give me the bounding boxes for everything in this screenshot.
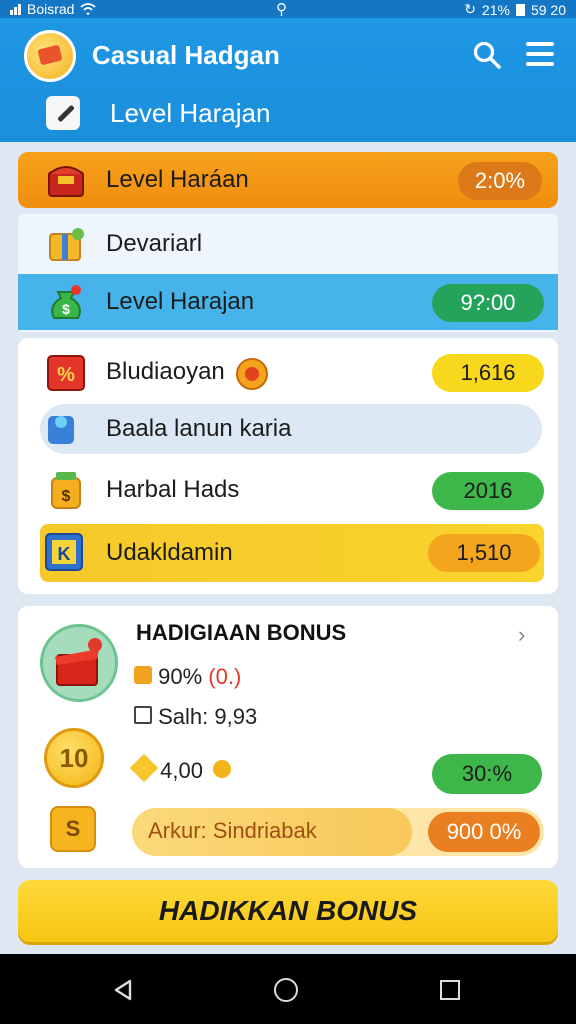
chevron-right-icon[interactable]: › (518, 622, 525, 648)
harbal-hads-row[interactable]: $ Harbal Hads 2016 (18, 462, 558, 518)
baala-row[interactable]: Baala lanun karia (40, 404, 542, 454)
row-label: Level Haráan (106, 166, 249, 193)
battery-percent: 21% (481, 1, 510, 18)
calendar-icon (134, 706, 152, 724)
pencil-tag-icon (46, 96, 80, 130)
alarm-icon: ⚲ (276, 1, 287, 18)
bonus-line-2: Salh: 9,93 (134, 704, 257, 730)
treasure-chest-icon (48, 166, 84, 197)
back-icon[interactable] (112, 978, 136, 1002)
row-value-pill: 2016 (432, 472, 544, 510)
progress-value-pill: 900 0% (428, 812, 540, 852)
info-key-icon (48, 416, 74, 444)
level-harajan-row[interactable]: $ Level Harajan 9?:00 (18, 274, 558, 330)
level-haraan-row[interactable]: Level Haráan 2:0% (18, 152, 558, 208)
menu-icon[interactable] (526, 42, 554, 68)
svg-text:$: $ (62, 301, 70, 317)
coin-bag-icon (236, 358, 268, 390)
row-label: Udakldamin (106, 539, 233, 566)
app-title: Casual Hadgan (92, 40, 280, 70)
system-nav-bar (0, 954, 576, 1024)
recent-apps-icon[interactable] (440, 980, 460, 1000)
wifi-icon (80, 3, 97, 15)
home-icon[interactable] (274, 978, 298, 1002)
coin-10-icon: 10 (44, 728, 104, 788)
bonus-progress-bar: Arkur: Sindriabak 900 0% (132, 808, 544, 856)
box-icon (134, 666, 152, 684)
status-bar: Boisrad ⚲ ↻ 21% 59 20 (0, 0, 576, 18)
row-value-pill: 9?:00 (432, 284, 544, 322)
cube-icon (129, 753, 159, 783)
signal-icon (10, 3, 21, 15)
row-value-pill: 2:0% (458, 162, 542, 200)
k-block-icon: K (45, 533, 83, 571)
svg-text:$: $ (62, 488, 71, 505)
coin-sparkle-icon (213, 760, 232, 778)
row-label: Devariarl (106, 230, 203, 257)
sync-icon: ↻ (464, 1, 476, 17)
page-subtitle: Level Harajan (110, 98, 271, 128)
udakldamin-row[interactable]: K Udakldamin 1,510 (40, 524, 544, 582)
row-value-pill: 1,510 (428, 534, 540, 572)
bonus-title: HADIGIAAN BONUS (136, 620, 347, 645)
row-label: Baala lanun karia (106, 415, 292, 442)
money-bag-icon: $ (51, 285, 81, 319)
app-logo-icon (24, 30, 76, 82)
bonus-gift-icon (40, 624, 118, 702)
s-coin-icon: S (50, 806, 96, 852)
dollar-jar-icon: $ (51, 472, 81, 509)
bonus-percent-pill: 30:% (432, 754, 542, 794)
row-label: Harbal Hads (106, 476, 240, 503)
bludiaoyan-row[interactable]: % Bludiaoyan 1,616 (18, 344, 558, 400)
bonus-line-3: 4,00 (129, 753, 232, 784)
bonus-card[interactable]: HADIGIAAN BONUS › 90% (0.) Salh: 9,93 10… (18, 606, 558, 868)
bonus-line-1: 90% (0.) (134, 664, 241, 690)
devariarl-row[interactable]: Devariarl (18, 216, 558, 272)
row-value-pill: 1,616 (432, 354, 544, 392)
status-time: 59 20 (530, 1, 566, 18)
gift-box-icon (49, 228, 84, 261)
app-bar: Casual Hadgan Level Harajan (0, 18, 576, 142)
carrier-label: Boisrad (27, 1, 75, 17)
claim-bonus-button[interactable]: HADIKKAN BONUS (18, 880, 558, 942)
svg-text:K: K (58, 544, 71, 564)
progress-label: Arkur: Sindriabak (148, 818, 317, 843)
battery-icon (515, 3, 525, 16)
row-label: Bludiaoyan (106, 358, 225, 385)
search-icon[interactable] (472, 40, 502, 70)
row-label: Level Harajan (106, 288, 255, 315)
svg-text:%: % (57, 364, 75, 386)
percent-tag-icon: % (47, 355, 85, 391)
